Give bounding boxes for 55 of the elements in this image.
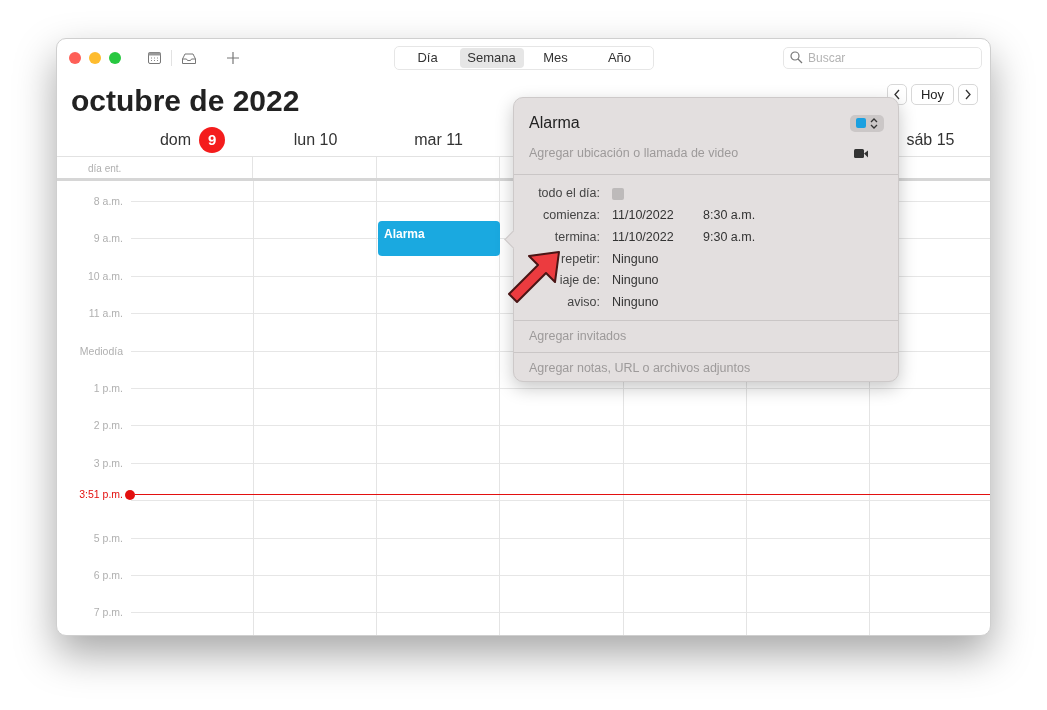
view-tab[interactable]: Mes xyxy=(523,47,588,68)
field-label: todo el día: xyxy=(537,185,601,203)
window-control[interactable] xyxy=(69,51,81,64)
hour-label: Mediodía xyxy=(78,343,124,358)
hour-label: 6 p.m. xyxy=(92,567,124,582)
current-time-label: 3:51 p.m. xyxy=(78,487,124,502)
window-control[interactable] xyxy=(109,51,121,64)
hour-label: 10 a.m. xyxy=(86,268,124,283)
calendar-color-picker[interactable] xyxy=(850,114,884,132)
time-value[interactable]: 9:30 a.m. xyxy=(703,227,756,247)
up-down-chevron-icon xyxy=(870,117,878,129)
today-button[interactable]: Hoy xyxy=(910,84,954,105)
all-day-label: día ent. xyxy=(87,162,122,176)
view-tab[interactable]: Día xyxy=(395,47,460,68)
hour-label: 7 p.m. xyxy=(92,605,124,620)
field-value[interactable]: Ninguno xyxy=(612,271,659,291)
hour-label: 9 a.m. xyxy=(92,231,124,246)
hour-label: 3 p.m. xyxy=(92,455,124,470)
next-button[interactable] xyxy=(958,84,978,105)
field-label: comienza: xyxy=(542,207,601,225)
field-label: repetir: xyxy=(560,250,601,268)
plus-icon[interactable] xyxy=(227,51,239,64)
all-day-checkbox[interactable] xyxy=(612,187,624,200)
month-title: octubre de 2022 xyxy=(71,84,300,118)
view-tab[interactable]: Semana xyxy=(459,47,524,68)
field-label: aviso: xyxy=(566,294,601,312)
field-label: termina: xyxy=(553,228,601,246)
field-value[interactable]: Ninguno xyxy=(612,293,659,312)
view-tab[interactable]: Año xyxy=(587,47,652,68)
current-time-dot xyxy=(125,489,135,500)
day-name: dom xyxy=(159,130,192,150)
inbox-icon[interactable] xyxy=(181,50,197,65)
date-value[interactable]: 11/10/2022 xyxy=(612,206,703,225)
date-value[interactable]: 11/10/2022 xyxy=(612,227,703,247)
hour-label: 2 p.m. xyxy=(92,418,124,433)
day-header: sáb 15 xyxy=(906,131,955,148)
chevron-left-icon xyxy=(892,89,901,100)
today-date-badge: 9 xyxy=(199,127,226,153)
day-header: lun 10 xyxy=(293,131,338,148)
event-title-field[interactable]: Alarma xyxy=(529,111,580,135)
hour-label: 11 a.m. xyxy=(87,306,124,321)
time-value[interactable]: 8:30 a.m. xyxy=(703,206,756,225)
hour-label: 5 p.m. xyxy=(92,530,124,545)
chevron-right-icon xyxy=(964,89,972,100)
hour-label: 8 a.m. xyxy=(92,194,124,208)
window-control[interactable] xyxy=(89,51,101,64)
hour-label: 1 p.m. xyxy=(92,380,124,395)
search-input[interactable]: Buscar xyxy=(808,48,975,67)
search-field[interactable]: Buscar xyxy=(783,46,982,69)
video-camera-icon[interactable] xyxy=(854,147,868,159)
field-value[interactable]: Ninguno xyxy=(612,249,659,269)
day-header: mar 11 xyxy=(414,131,463,148)
calendar-icon[interactable] xyxy=(147,50,162,65)
search-icon xyxy=(790,51,803,64)
field-label: iaje de: xyxy=(558,272,601,290)
